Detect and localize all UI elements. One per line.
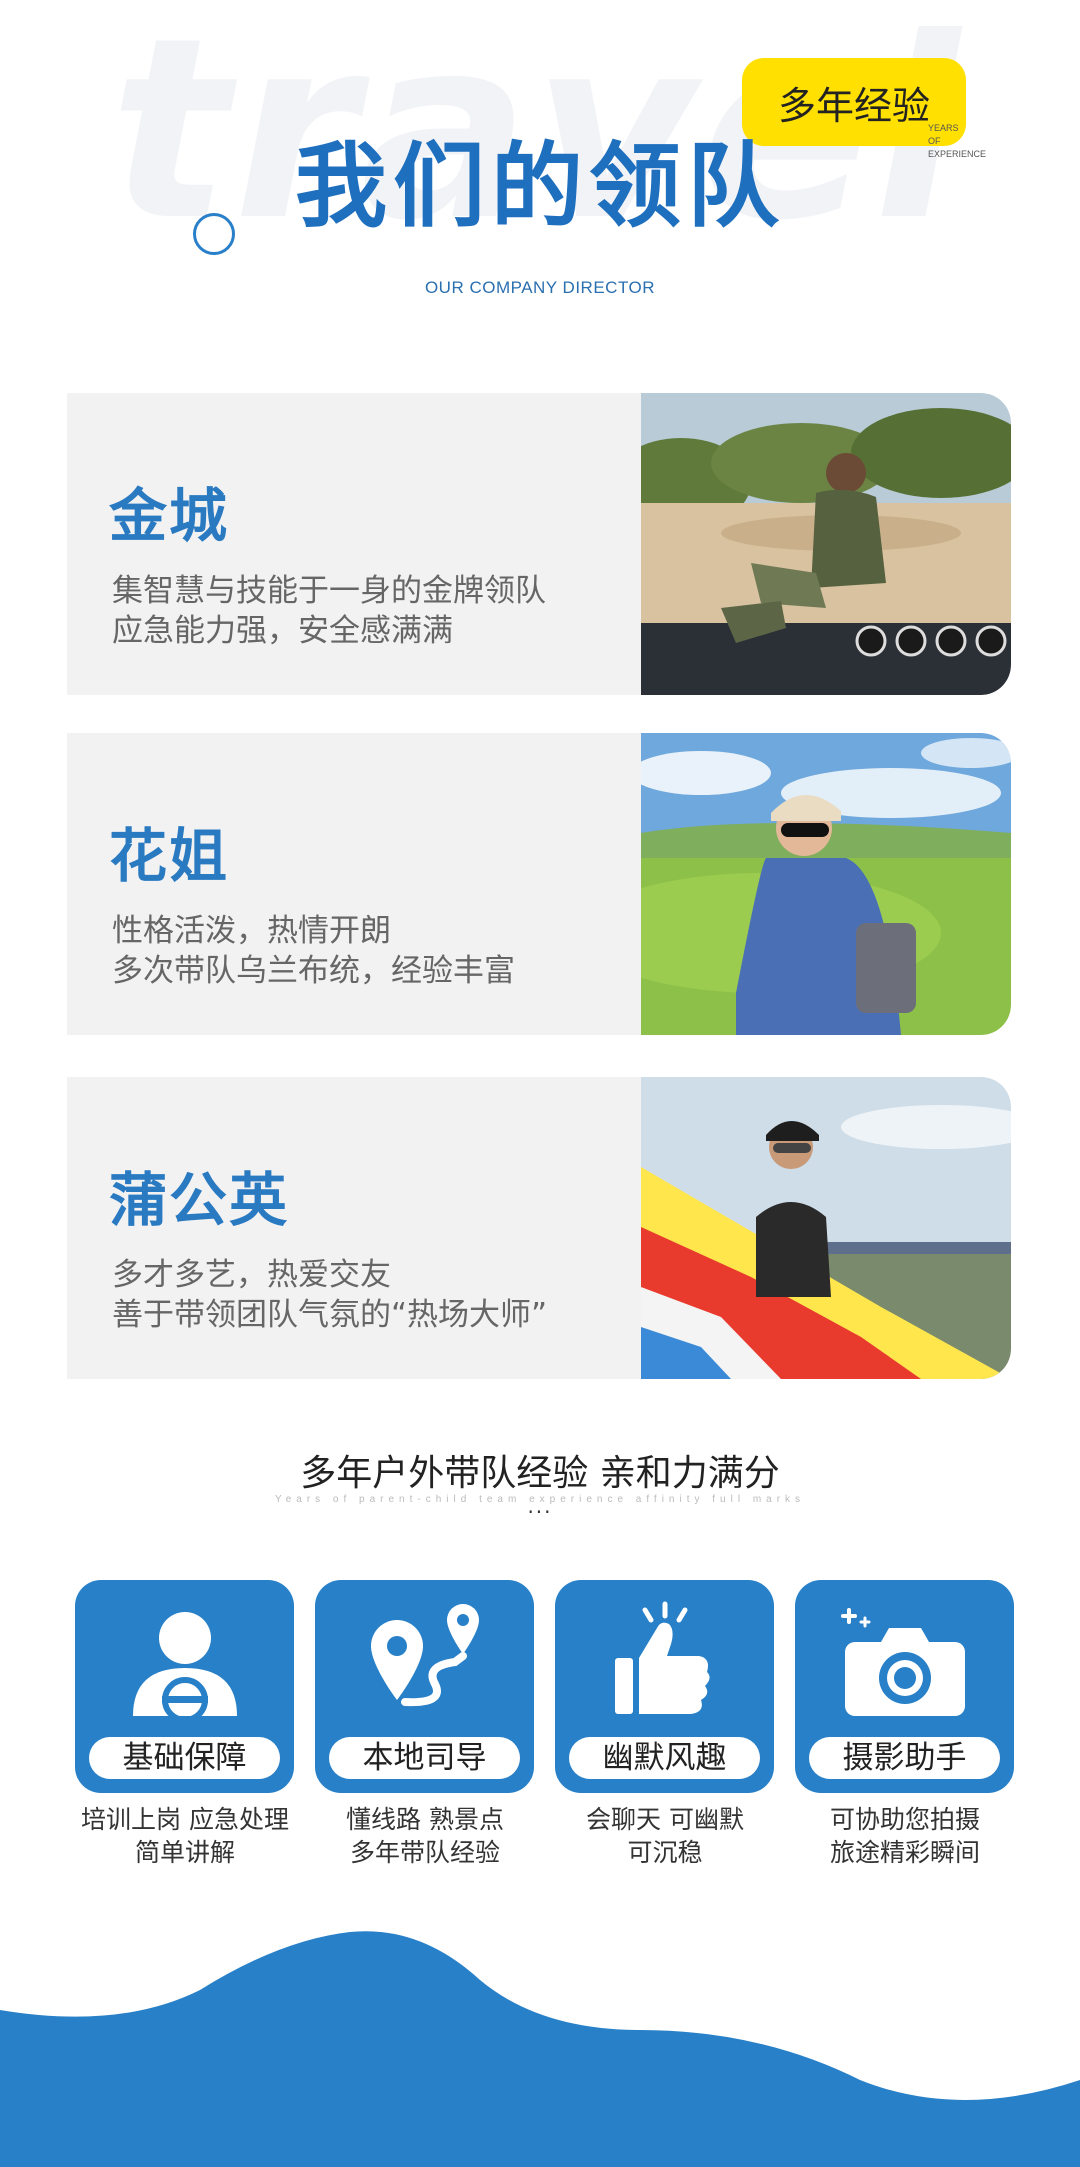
- leader-card-pugongying: 蒲公英 多才多艺，热爱交友 善于带领团队气氛的“热场大师”: [67, 1077, 1011, 1379]
- leader-description-line: 集智慧与技能于一身的金牌领队: [112, 573, 546, 609]
- feature-label: 摄影助手: [809, 1737, 1000, 1779]
- feature-card-basic-guarantee: 基础保障: [75, 1580, 294, 1793]
- camera-icon: [841, 1608, 965, 1716]
- feature-card-humorous: 幽默风趣: [555, 1580, 774, 1793]
- feature-description: 可协助您拍摄 旅途精彩瞬间: [829, 1805, 980, 1867]
- feature-description: 懂线路 熟景点 多年带队经验: [346, 1805, 504, 1867]
- thumbs-up-icon: [615, 1601, 710, 1714]
- page-title: 我们的领队: [294, 133, 785, 240]
- leader-name: 花姐: [109, 822, 230, 890]
- section-dots: ···: [527, 1500, 553, 1524]
- bottom-wave-decoration: [0, 1931, 1080, 2167]
- feature-card-local-guide: 本地司导: [315, 1580, 534, 1793]
- decorative-ring: [193, 213, 235, 255]
- section-title: 多年户外带队经验 亲和力满分: [300, 1453, 780, 1494]
- leader-card-jincheng: 金城 集智慧与技能于一身的金牌领队 应急能力强，安全感满满: [67, 393, 1011, 695]
- feature-card-photo-assistant: 摄影助手: [795, 1580, 1014, 1793]
- leader-photo-huajie: [641, 733, 1011, 1035]
- page-subtitle: OUR COMPANY DIRECTOR: [424, 278, 656, 297]
- map-route-icon: [371, 1604, 479, 1707]
- leader-photo-jincheng: [641, 393, 1011, 695]
- feature-description: 会聊天 可幽默 可沉稳: [586, 1805, 744, 1867]
- leader-description-line: 善于带领团队气氛的“热场大师”: [112, 1297, 548, 1333]
- feature-label: 基础保障: [89, 1737, 280, 1779]
- feature-description: 培训上岗 应急处理 简单讲解: [81, 1805, 289, 1867]
- leader-photo-pugongying: [641, 1077, 1011, 1379]
- leader-name: 蒲公英: [109, 1166, 290, 1234]
- leader-description-line: 多才多艺，热爱交友: [112, 1257, 391, 1293]
- leader-card-huajie: 花姐 性格活泼，热情开朗 多次带队乌兰布统，经验丰富: [67, 733, 1011, 1035]
- leader-description-line: 多次带队乌兰布统，经验丰富: [112, 953, 515, 989]
- feature-label: 本地司导: [329, 1737, 520, 1779]
- driver-icon: [133, 1612, 237, 1720]
- feature-label: 幽默风趣: [569, 1737, 760, 1779]
- leader-description-line: 应急能力强，安全感满满: [112, 613, 453, 649]
- leader-name: 金城: [109, 482, 230, 550]
- leader-description-line: 性格活泼，热情开朗: [112, 913, 391, 949]
